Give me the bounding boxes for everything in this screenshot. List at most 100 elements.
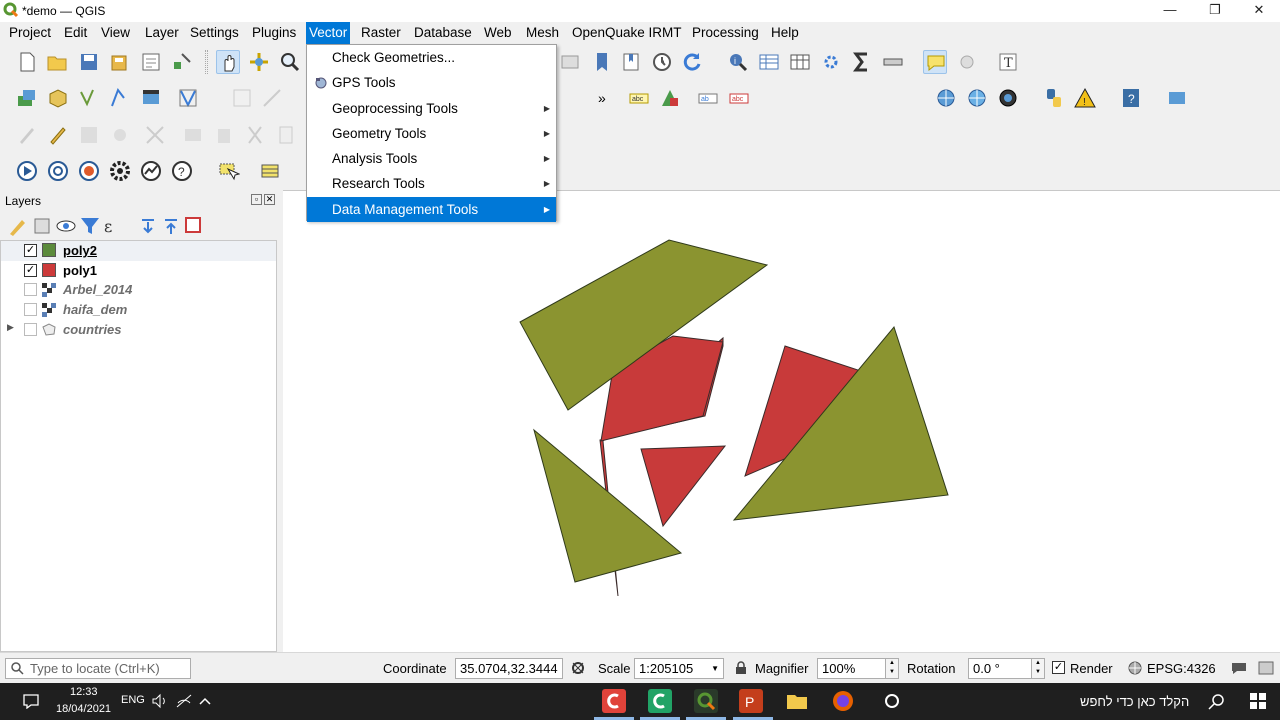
toggle-extents-icon[interactable]: [571, 661, 585, 675]
run-model-icon[interactable]: [15, 159, 39, 183]
menu-project[interactable]: Project: [6, 22, 54, 44]
map-canvas[interactable]: [283, 190, 1280, 652]
clock-date[interactable]: 18/04/2021: [56, 703, 111, 715]
refresh-icon[interactable]: [680, 50, 704, 74]
rotation-spinner[interactable]: ▲ ▼: [1031, 658, 1045, 679]
style-manager-icon[interactable]: [170, 50, 194, 74]
show-hidden-icons-chevron-icon[interactable]: [198, 695, 212, 707]
menu-item-geoprocessing-tools[interactable]: Geoprocessing Tools ▶: [307, 96, 556, 121]
volume-icon[interactable]: [151, 693, 169, 709]
save-as-icon[interactable]: [108, 50, 132, 74]
save-project-icon[interactable]: [77, 50, 101, 74]
cortana-icon[interactable]: [884, 693, 900, 709]
close-window-button[interactable]: ✕: [1237, 0, 1280, 22]
globe-plugin-icon[interactable]: [996, 86, 1020, 110]
menu-view[interactable]: View: [98, 22, 133, 44]
file-explorer-taskbar-icon[interactable]: [785, 689, 809, 713]
processing-settings-icon[interactable]: [108, 159, 132, 183]
powerpoint-taskbar-icon[interactable]: P: [739, 689, 763, 713]
warning-icon[interactable]: !: [1073, 86, 1097, 110]
layer-item-haifa-dem[interactable]: haifa_dem: [1, 300, 276, 320]
remove-layer-icon[interactable]: [182, 214, 201, 233]
open-layer-styling-icon[interactable]: [6, 214, 25, 236]
new-geopackage-icon[interactable]: [46, 86, 70, 110]
toolbox-icon[interactable]: [819, 50, 843, 74]
pan-map-icon[interactable]: [216, 50, 240, 74]
menu-item-gps-tools[interactable]: GPS Tools: [307, 70, 556, 95]
menu-edit[interactable]: Edit: [61, 22, 90, 44]
taskbar-search-icon[interactable]: [1208, 693, 1226, 711]
label-toolbar-icon[interactable]: abc: [627, 86, 651, 110]
expand-all-icon[interactable]: [136, 214, 154, 234]
coordinate-field[interactable]: 35.0704,32.3444: [455, 658, 563, 679]
plugin-tool-icon[interactable]: [1165, 86, 1189, 110]
toggle-editing-icon[interactable]: [46, 123, 70, 147]
menu-item-geometry-tools[interactable]: Geometry Tools ▶: [307, 121, 556, 146]
menu-plugins[interactable]: Plugins: [249, 22, 299, 44]
menu-mesh[interactable]: Mesh: [523, 22, 562, 44]
processing-help-icon[interactable]: ?: [170, 159, 194, 183]
temporal-controller-icon[interactable]: [650, 50, 674, 74]
data-source-manager-icon[interactable]: [15, 86, 39, 110]
close-panel-button[interactable]: ✕: [264, 194, 275, 205]
identify-features-icon[interactable]: i: [726, 50, 750, 74]
new-bookmark-icon[interactable]: [558, 50, 582, 74]
camtasia-red-taskbar-icon[interactable]: [602, 689, 626, 713]
scale-select[interactable]: 1:205105 ▼: [634, 658, 724, 679]
show-labels-icon[interactable]: abc: [727, 86, 751, 110]
lock-scale-icon[interactable]: [735, 661, 747, 675]
firefox-taskbar-icon[interactable]: [831, 689, 855, 713]
clock-time[interactable]: 12:33: [70, 686, 98, 698]
zoom-in-icon[interactable]: [278, 50, 302, 74]
taskbar-search-placeholder[interactable]: הקלד כאן כדי לחפש: [1080, 694, 1189, 709]
layer-labeling-icon[interactable]: [658, 86, 682, 110]
toolbar-grip[interactable]: [205, 50, 208, 74]
qgis-taskbar-icon[interactable]: [694, 689, 718, 713]
pin-labels-icon[interactable]: ab: [696, 86, 720, 110]
messages-icon[interactable]: [1231, 661, 1247, 675]
bookmark-manager-icon[interactable]: [619, 50, 643, 74]
add-virtual-layer-icon[interactable]: [176, 86, 200, 110]
print-layout-icon[interactable]: [139, 50, 163, 74]
layer-item-countries[interactable]: ▶ countries: [1, 320, 276, 340]
menu-web[interactable]: Web: [481, 22, 515, 44]
text-annotation-icon[interactable]: T: [996, 50, 1020, 74]
show-map-tips-icon[interactable]: [955, 50, 979, 74]
layer-visibility-checkbox[interactable]: ✓: [24, 264, 37, 277]
layer-visibility-checkbox[interactable]: [24, 283, 37, 296]
crs-label[interactable]: EPSG:4326: [1147, 661, 1216, 676]
layer-item-poly2[interactable]: ✓ poly2: [1, 241, 276, 261]
wifi-icon[interactable]: [175, 693, 193, 709]
select-by-value-icon[interactable]: [258, 159, 282, 183]
notification-center-icon[interactable]: [22, 693, 40, 709]
language-indicator[interactable]: ENG: [121, 694, 145, 706]
menu-item-analysis-tools[interactable]: Analysis Tools ▶: [307, 146, 556, 171]
toolbar-overflow-button[interactable]: »: [598, 90, 606, 106]
add-group-icon[interactable]: [30, 214, 50, 234]
locator-search-input[interactable]: Type to locate (Ctrl+K): [5, 658, 191, 679]
layer-visibility-checkbox[interactable]: [24, 323, 37, 336]
menu-item-research-tools[interactable]: Research Tools ▶: [307, 171, 556, 196]
menu-openquake[interactable]: OpenQuake IRMT: [569, 22, 685, 44]
menu-settings[interactable]: Settings: [187, 22, 242, 44]
results-viewer-icon[interactable]: [77, 159, 101, 183]
statistics-icon[interactable]: [850, 50, 874, 74]
magnifier-field[interactable]: 100%: [817, 658, 887, 679]
map-tips-icon[interactable]: [923, 50, 947, 74]
restore-button[interactable]: ❐: [1193, 0, 1237, 22]
menu-raster[interactable]: Raster: [358, 22, 404, 44]
menu-database[interactable]: Database: [411, 22, 475, 44]
add-raster-layer-icon[interactable]: [108, 86, 132, 110]
graphical-modeler-icon[interactable]: [139, 159, 163, 183]
menu-layer[interactable]: Layer: [142, 22, 182, 44]
web-map-icon-2[interactable]: [965, 86, 989, 110]
minimize-button[interactable]: —: [1148, 0, 1192, 22]
rotation-field[interactable]: 0.0 °: [968, 658, 1032, 679]
pan-to-selection-icon[interactable]: [247, 50, 271, 74]
camtasia-green-taskbar-icon[interactable]: [648, 689, 672, 713]
attribute-table-icon[interactable]: [757, 50, 781, 74]
menu-item-check-geometries[interactable]: Check Geometries...: [307, 45, 556, 70]
manage-map-themes-icon[interactable]: [54, 214, 76, 232]
web-map-icon[interactable]: [934, 86, 958, 110]
menu-help[interactable]: Help: [768, 22, 802, 44]
